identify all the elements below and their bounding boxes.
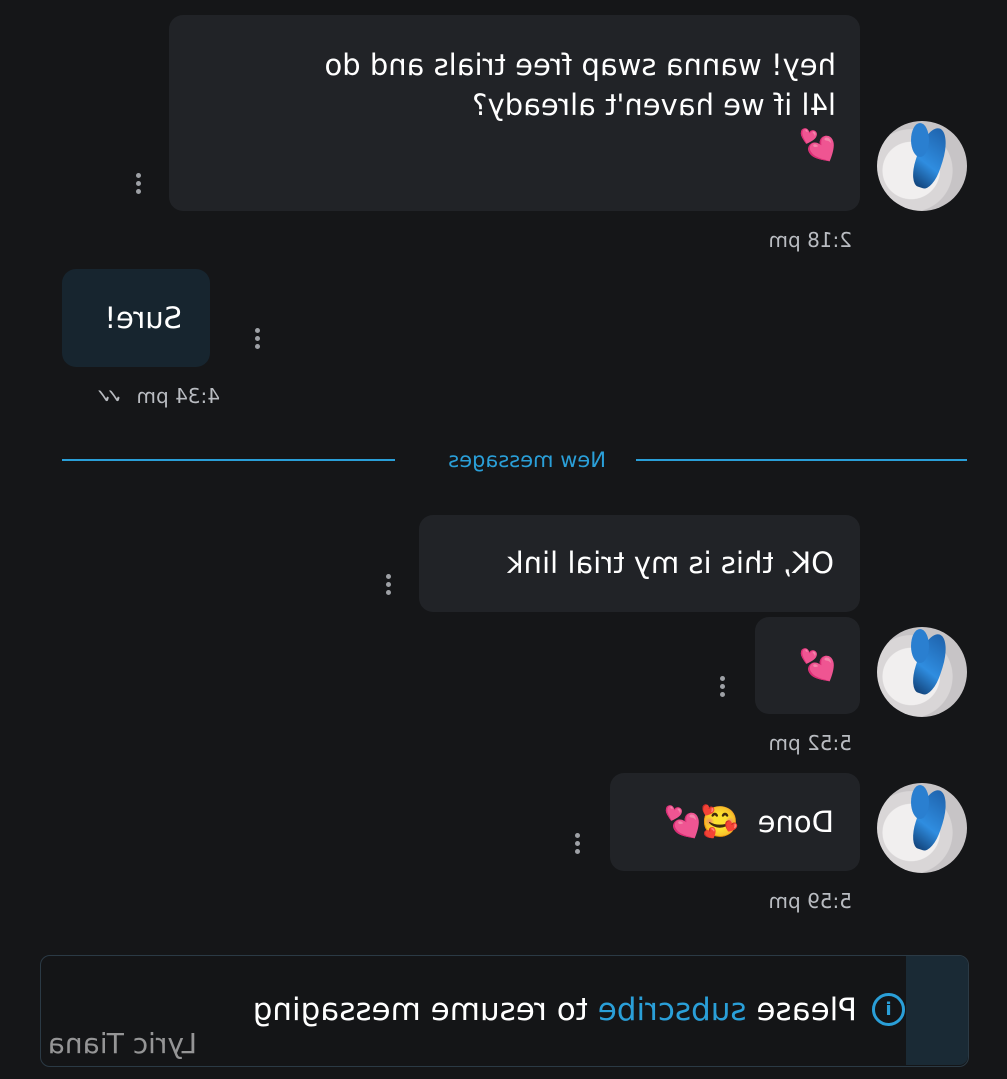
message-text: Done bbox=[757, 805, 834, 839]
message-time: 4:34 pm bbox=[136, 384, 220, 408]
mirrored-chat-view: hey! wanna swap free trials and do l4l i… bbox=[0, 0, 1007, 1079]
separator-line-left bbox=[636, 459, 967, 461]
watermark: Lyric Tiana bbox=[47, 1027, 197, 1060]
new-messages-separator: New messages bbox=[448, 448, 606, 472]
notice-suffix: to resume messaging bbox=[252, 992, 598, 1028]
message-text: hey! wanna swap free trials and do l4l i… bbox=[324, 48, 836, 122]
more-options-icon[interactable] bbox=[574, 833, 580, 857]
message-bubble[interactable]: hey! wanna swap free trials and do l4l i… bbox=[169, 15, 860, 211]
avatar[interactable] bbox=[877, 121, 967, 211]
message-bubble[interactable]: Done 🥰💕 bbox=[610, 773, 860, 871]
notice-icon-panel bbox=[906, 956, 968, 1065]
notice-message: Please subscribe to resume messaging bbox=[253, 992, 857, 1028]
heart-emoji-icon: 💕 bbox=[798, 648, 836, 683]
avatar[interactable] bbox=[877, 783, 967, 873]
message-time: 5:59 pm bbox=[768, 889, 852, 913]
more-options-icon[interactable] bbox=[385, 574, 391, 598]
heart-emoji-icon: 💕 bbox=[798, 128, 836, 163]
more-options-icon[interactable] bbox=[135, 173, 141, 197]
message-text: Sure! bbox=[104, 301, 182, 335]
info-icon: i bbox=[872, 993, 905, 1026]
smiling-face-with-hearts-icon: 🥰💕 bbox=[663, 805, 739, 840]
notice-prefix: Please bbox=[746, 992, 857, 1028]
message-time: 2:18 pm bbox=[768, 228, 852, 252]
avatar[interactable] bbox=[877, 627, 967, 717]
message-text: OK, this is my trial link bbox=[506, 546, 834, 580]
separator-line-right bbox=[62, 459, 395, 461]
double-check-icon: ✓✓ bbox=[101, 384, 123, 408]
message-status-row: 4:34 pm ✓✓ bbox=[101, 384, 220, 408]
message-bubble[interactable]: 💕 bbox=[755, 617, 860, 714]
message-time: 5:52 pm bbox=[768, 731, 852, 755]
subscribe-link[interactable]: subscribe bbox=[598, 992, 747, 1028]
message-bubble[interactable]: OK, this is my trial link bbox=[419, 515, 860, 612]
more-options-icon[interactable] bbox=[254, 328, 260, 352]
more-options-icon[interactable] bbox=[719, 676, 725, 700]
message-bubble-sent[interactable]: Sure! bbox=[62, 269, 210, 367]
